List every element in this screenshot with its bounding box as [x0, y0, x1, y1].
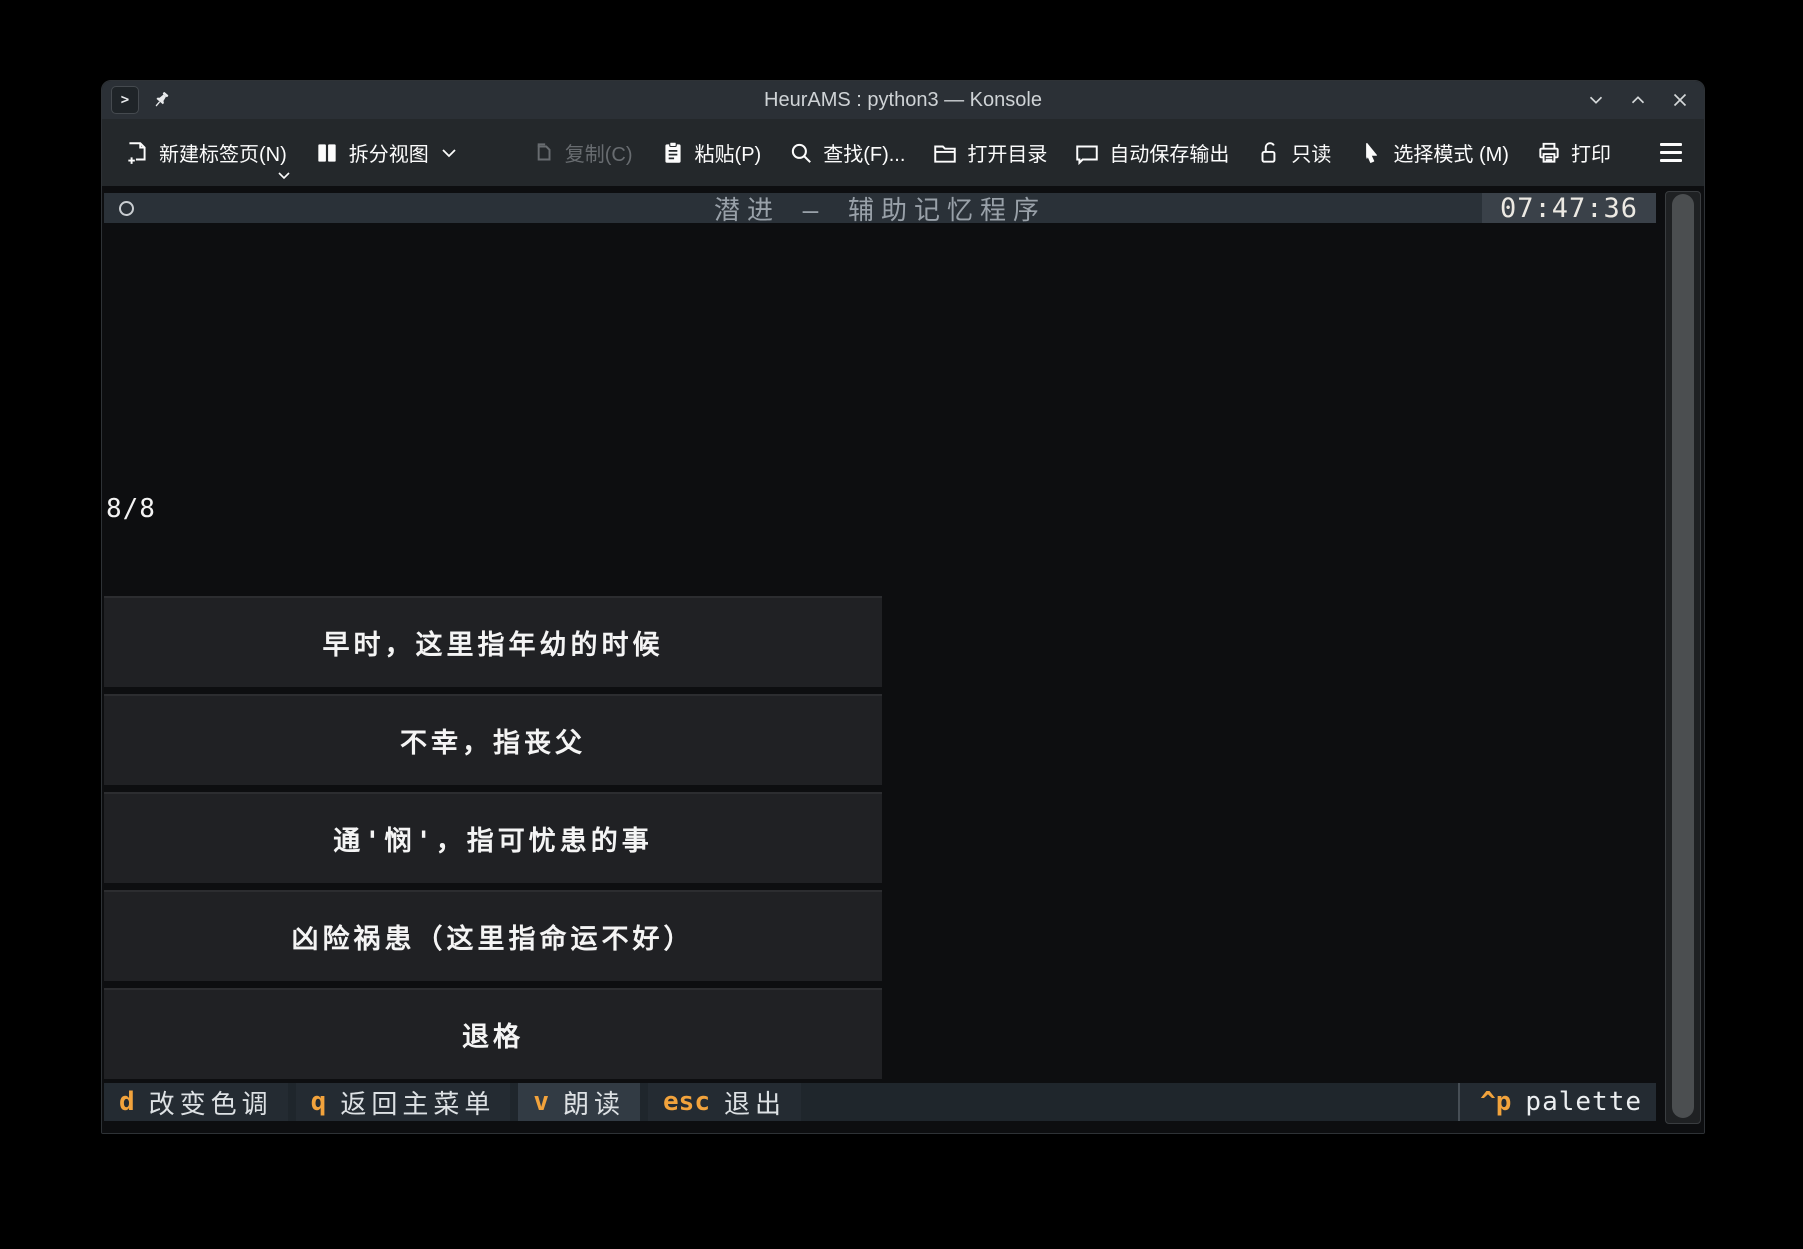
print-button[interactable]: 打印: [1536, 138, 1611, 167]
lock-open-icon: [1256, 140, 1282, 166]
tui-footer-bar: d 改变色调 q 返回主菜单 v 朗读 esc 退出 ^p palette: [104, 1083, 1656, 1121]
open-directory-button[interactable]: 打开目录: [932, 138, 1047, 167]
answer-options: 早时，这里指年幼的时候 不幸，指丧父 通'悯'，指可忧患的事 凶险祸患（这里指命…: [104, 596, 882, 1079]
progress-counter: 8/8: [106, 492, 558, 526]
hint-main-menu[interactable]: q 返回主菜单: [296, 1083, 511, 1121]
konsole-window: > HeurAMS : python3 — Konsole: [101, 80, 1705, 1134]
search-icon: [788, 140, 814, 166]
find-button[interactable]: 查找(F)...: [788, 138, 905, 167]
hint-palette[interactable]: ^p palette: [1458, 1083, 1656, 1121]
hint-read-aloud[interactable]: v 朗读: [518, 1083, 640, 1121]
tui-clock: 07:47:36: [1482, 193, 1656, 223]
window-titlebar[interactable]: > HeurAMS : python3 — Konsole: [102, 81, 1704, 119]
option-button-2[interactable]: 不幸，指丧父: [104, 694, 882, 785]
chevron-down-icon: [277, 171, 291, 180]
save-output-icon: [1074, 140, 1100, 166]
desktop-background: > HeurAMS : python3 — Konsole: [0, 0, 1803, 1249]
option-button-4[interactable]: 凶险祸患（这里指命运不好）: [104, 890, 882, 981]
tui-header-bar: 潜进 — 辅助记忆程序 07:47:36: [104, 193, 1656, 223]
paste-button[interactable]: 粘贴(P): [660, 138, 762, 167]
close-icon: [1675, 95, 1686, 106]
circle-outline-icon: [119, 201, 134, 216]
maximize-button[interactable]: [1624, 86, 1652, 114]
hint-exit[interactable]: esc 退出: [648, 1083, 801, 1121]
hint-change-theme[interactable]: d 改变色调: [104, 1083, 288, 1121]
terminal-scrollbar[interactable]: [1665, 191, 1701, 1124]
window-title: HeurAMS : python3 — Konsole: [102, 89, 1704, 112]
copy-icon: [530, 140, 556, 166]
split-view-button[interactable]: 拆分视图: [314, 138, 457, 167]
folder-icon: [932, 140, 958, 166]
paste-icon: [660, 140, 686, 166]
terminal-area[interactable]: 潜进 — 辅助记忆程序 07:47:36 8/8 臣密言：臣以险衅，夙遭闵凶. …: [102, 186, 1704, 1133]
new-tab-icon: [124, 140, 150, 166]
copy-button[interactable]: 复制(C): [530, 138, 633, 167]
option-button-1[interactable]: 早时，这里指年幼的时候: [104, 596, 882, 687]
new-tab-button[interactable]: 新建标签页(N): [124, 138, 287, 167]
chevron-up-icon: [1633, 97, 1644, 103]
select-cursor-icon: [1358, 140, 1384, 166]
minimize-button[interactable]: [1582, 86, 1610, 114]
backspace-option-button[interactable]: 退格: [104, 988, 882, 1079]
close-button[interactable]: [1666, 86, 1694, 114]
hamburger-menu-icon[interactable]: [1660, 143, 1682, 162]
terminal-prompt-icon: >: [111, 86, 139, 114]
tui-app-title: 潜进 — 辅助记忆程序: [104, 190, 1656, 227]
select-mode-button[interactable]: 选择模式 (M): [1358, 138, 1509, 167]
pin-icon[interactable]: [151, 90, 171, 110]
printer-icon: [1536, 140, 1562, 166]
chevron-down-icon: [1591, 97, 1602, 103]
autosave-output-button[interactable]: 自动保存输出: [1074, 138, 1229, 167]
read-only-button[interactable]: 只读: [1256, 138, 1331, 167]
split-view-icon: [314, 140, 340, 166]
option-button-3[interactable]: 通'悯'，指可忧患的事: [104, 792, 882, 883]
main-toolbar: 新建标签页(N) 拆分视图 复制(C): [102, 119, 1704, 186]
scrollbar-thumb[interactable]: [1672, 194, 1694, 1118]
chevron-down-icon: [441, 148, 457, 158]
